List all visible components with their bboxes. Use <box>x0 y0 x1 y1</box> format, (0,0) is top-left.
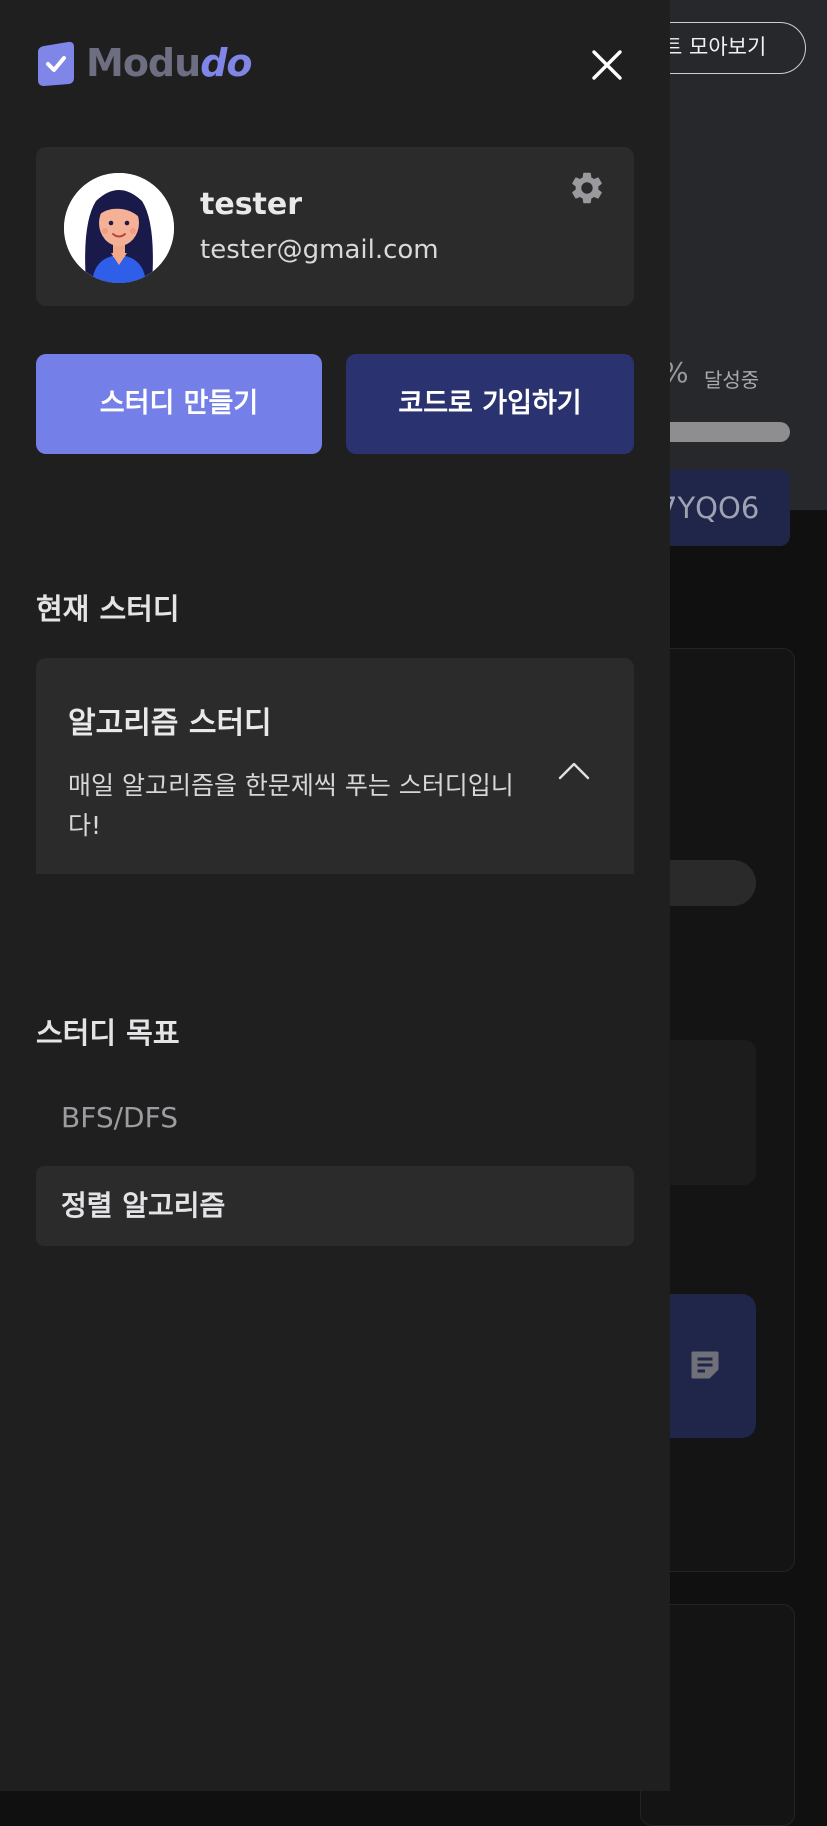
study-name: 알고리즘 스터디 <box>68 706 272 741</box>
goal-item-selected[interactable]: 정렬 알고리즘 <box>36 1166 634 1246</box>
achievement-progress-bar <box>655 422 790 442</box>
logo-text-part1: Modu <box>86 41 201 85</box>
close-icon[interactable] <box>588 46 626 84</box>
current-study-heading: 현재 스터디 <box>36 592 180 626</box>
study-goals-heading: 스터디 목표 <box>36 1016 180 1050</box>
user-name: tester <box>200 187 303 222</box>
goal-item[interactable]: BFS/DFS <box>36 1078 634 1158</box>
note-icon <box>691 1351 719 1379</box>
app-logo[interactable]: Modudo <box>36 40 253 86</box>
current-study-card[interactable]: 알고리즘 스터디 매일 알고리즘을 한문제씩 푸는 스터디입니다! <box>36 658 634 874</box>
chevron-up-icon[interactable] <box>556 758 592 782</box>
achievement-label: 달성중 <box>704 368 760 392</box>
join-by-code-button[interactable]: 코드로 가입하기 <box>346 354 634 454</box>
profile-card: tester tester@gmail.com <box>36 147 634 306</box>
user-email: tester@gmail.com <box>200 235 439 265</box>
gear-icon[interactable] <box>568 169 606 207</box>
side-drawer: Modudo tester tester@gmail.com 스터디 만들기 코… <box>0 0 670 1791</box>
check-square-icon <box>38 41 74 86</box>
invite-code-badge[interactable]: 7YQO6 <box>655 470 790 546</box>
study-description: 매일 알고리즘을 한문제씩 푸는 스터디입니다! <box>68 771 514 840</box>
create-study-button[interactable]: 스터디 만들기 <box>36 354 322 454</box>
avatar <box>64 173 174 283</box>
logo-text-part2: do <box>200 41 252 85</box>
logo-text: Modudo <box>86 40 253 86</box>
